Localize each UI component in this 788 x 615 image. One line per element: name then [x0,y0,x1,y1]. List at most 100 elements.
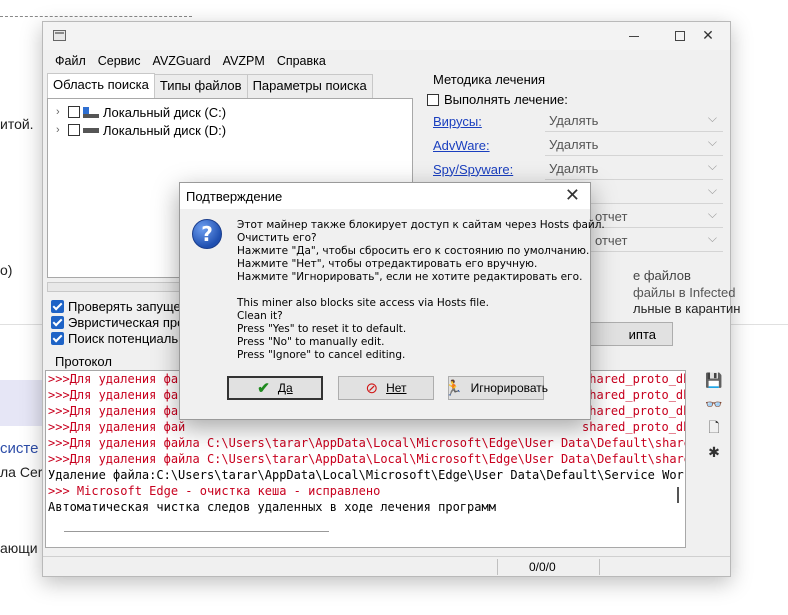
option-potential[interactable]: Поиск потенциальн [51,330,191,346]
message-line: Этот майнер также блокирует доступ к сай… [237,219,605,231]
message-line: This miner also blocks site access via H… [237,297,489,309]
background-text: итой. [0,116,34,132]
treatment-text: файлы в Infected [633,285,736,300]
perform-treatment-checkbox[interactable] [427,93,439,106]
perform-treatment-option[interactable]: Выполнять лечение: [427,92,568,107]
tree-item-drive-c[interactable]: › Локальный диск (C:) [56,103,226,121]
chevron-right-icon[interactable]: › [56,106,68,118]
yes-button[interactable]: ✔ Да [227,376,323,400]
status-divider [497,559,498,575]
treatment-text: е файлов [633,268,691,283]
log-line: >>>Для удаления файла C:\Users\tarar\App… [48,452,685,466]
close-window-button[interactable]: ✕ [685,22,731,50]
background-text: o) [0,262,13,278]
status-counter: 0/0/0 [529,560,556,574]
message-line: Нажмите "Игнорировать", если не хотите р… [237,271,583,283]
tab-search-params[interactable]: Параметры поиска [246,74,373,99]
viruses-link[interactable]: Вирусы: [433,114,545,129]
spyware-select[interactable]: Удалять [545,158,723,180]
option-label: Проверять запущен [68,298,188,314]
log-line: >>>Для удаления файshared_proto_db\n [48,420,685,434]
menu-avzpm[interactable]: AVZPM [217,54,271,68]
confirmation-dialog: Подтверждение ✕ ? Этот майнер также блок… [179,182,605,420]
status-divider [599,559,600,575]
message-line: Press "Yes" to reset it to default. [237,323,407,335]
no-button-label: Нет [386,381,407,395]
perform-treatment-label: Выполнять лечение: [444,92,568,107]
drive-icon [83,127,99,133]
background-divider [0,16,192,17]
adware-select[interactable]: Удалять [545,134,723,156]
status-bar: 0/0/0 [43,556,730,576]
message-line: Нажмите "Нет", чтобы отредактировать его… [237,258,538,270]
scan-options: Проверять запущен Эвристическая пров Пои… [51,298,191,346]
protocol-toolbar: 💾 👓 🗋 ✱ [705,372,723,462]
background-text: ающи [0,540,38,556]
menu-avzguard[interactable]: AVZGuard [147,54,217,68]
option-heuristic[interactable]: Эвристическая пров [51,314,191,330]
drive-d-label: Локальный диск (D:) [103,122,227,138]
adware-link[interactable]: AdvWare: [433,138,545,153]
spyware-link[interactable]: Spy/Spyware: [433,162,545,177]
tab-search-area[interactable]: Область поиска [47,73,155,98]
app-icon [53,30,66,41]
checkbox-checked[interactable] [51,315,64,329]
viruses-select[interactable]: Удалять [545,110,723,132]
virus-icon[interactable]: ✱ [705,444,723,462]
running-man-icon: 🏃 [443,380,463,397]
tree-item-drive-d[interactable]: › Локальный диск (D:) [56,121,226,139]
log-scrollbar-horizontal[interactable] [64,531,329,532]
ignore-button[interactable]: 🏃 Игнорировать [444,376,548,400]
treatment-row-adware: AdvWare: Удалять [433,134,723,156]
drive-c-checkbox[interactable] [68,106,80,118]
message-line: Clean it? [237,310,283,322]
message-line: Press "No" to manually edit. [237,336,385,348]
save-icon[interactable]: 💾 [705,372,723,390]
dialog-title: Подтверждение [186,189,283,204]
dialog-message: Этот майнер также блокирует доступ к сай… [237,219,605,362]
option-label: Эвристическая пров [68,314,192,330]
message-line: Очистить его? [237,232,317,244]
minimize-icon [629,35,639,37]
chevron-right-icon[interactable]: › [56,124,68,136]
treatment-group-title: Методика лечения [433,72,546,87]
treatment-text: льные в карантин [633,301,741,316]
menu-service[interactable]: Сервис [92,54,147,68]
message-line: Нажмите "Да", чтобы сбросить его к состо… [237,245,590,257]
message-line: Press "Ignore" to cancel editing. [237,349,406,361]
drive-c-label: Локальный диск (C:) [103,104,227,120]
menu-file[interactable]: Файл [49,54,92,68]
log-line: >>>Для удаления файла C:\Users\tarar\App… [48,436,685,450]
title-bar: ✕ [43,22,730,50]
treatment-row-viruses: Вирусы: Удалять [433,110,723,132]
search-tabs: Область поиска Типы файлов Параметры пои… [47,73,373,99]
ignore-button-label: Игнорировать [470,381,549,395]
log-line: Удаление файла:C:\Users\tarar\AppData\Lo… [48,468,685,482]
menu-bar: Файл Сервис AVZGuard AVZPM Справка [43,50,730,72]
minimize-button[interactable] [611,22,657,50]
checkbox-checked[interactable] [51,331,64,345]
maximize-icon [675,31,685,41]
background-text: систе [0,440,39,457]
log-line: Автоматическая чистка следов удаленных в… [48,500,496,514]
document-icon[interactable]: 🗋 [705,420,723,438]
log-line: >>> Microsoft Edge - очистка кеша - испр… [48,484,381,498]
drive-d-checkbox[interactable] [68,124,80,136]
protocol-label: Протокол [55,354,112,369]
tab-file-types[interactable]: Типы файлов [153,74,248,99]
checkmark-icon: ✔ [257,380,270,397]
no-button[interactable]: ⊘ Нет [338,376,434,400]
drive-icon [83,106,99,118]
background-highlight [0,380,48,426]
prohibited-icon: ⊘ [365,380,379,397]
checkbox-checked[interactable] [51,299,64,313]
treatment-row-spyware: Spy/Spyware: Удалять [433,158,723,180]
option-label: Поиск потенциальн [68,330,186,346]
close-icon[interactable]: ✕ [565,185,580,206]
yes-button-label: Да [277,381,293,395]
log-scrollbar-thumb[interactable] [677,487,679,503]
menu-help[interactable]: Справка [271,54,332,68]
glasses-icon[interactable]: 👓 [705,396,723,414]
option-check-running[interactable]: Проверять запущен [51,298,191,314]
